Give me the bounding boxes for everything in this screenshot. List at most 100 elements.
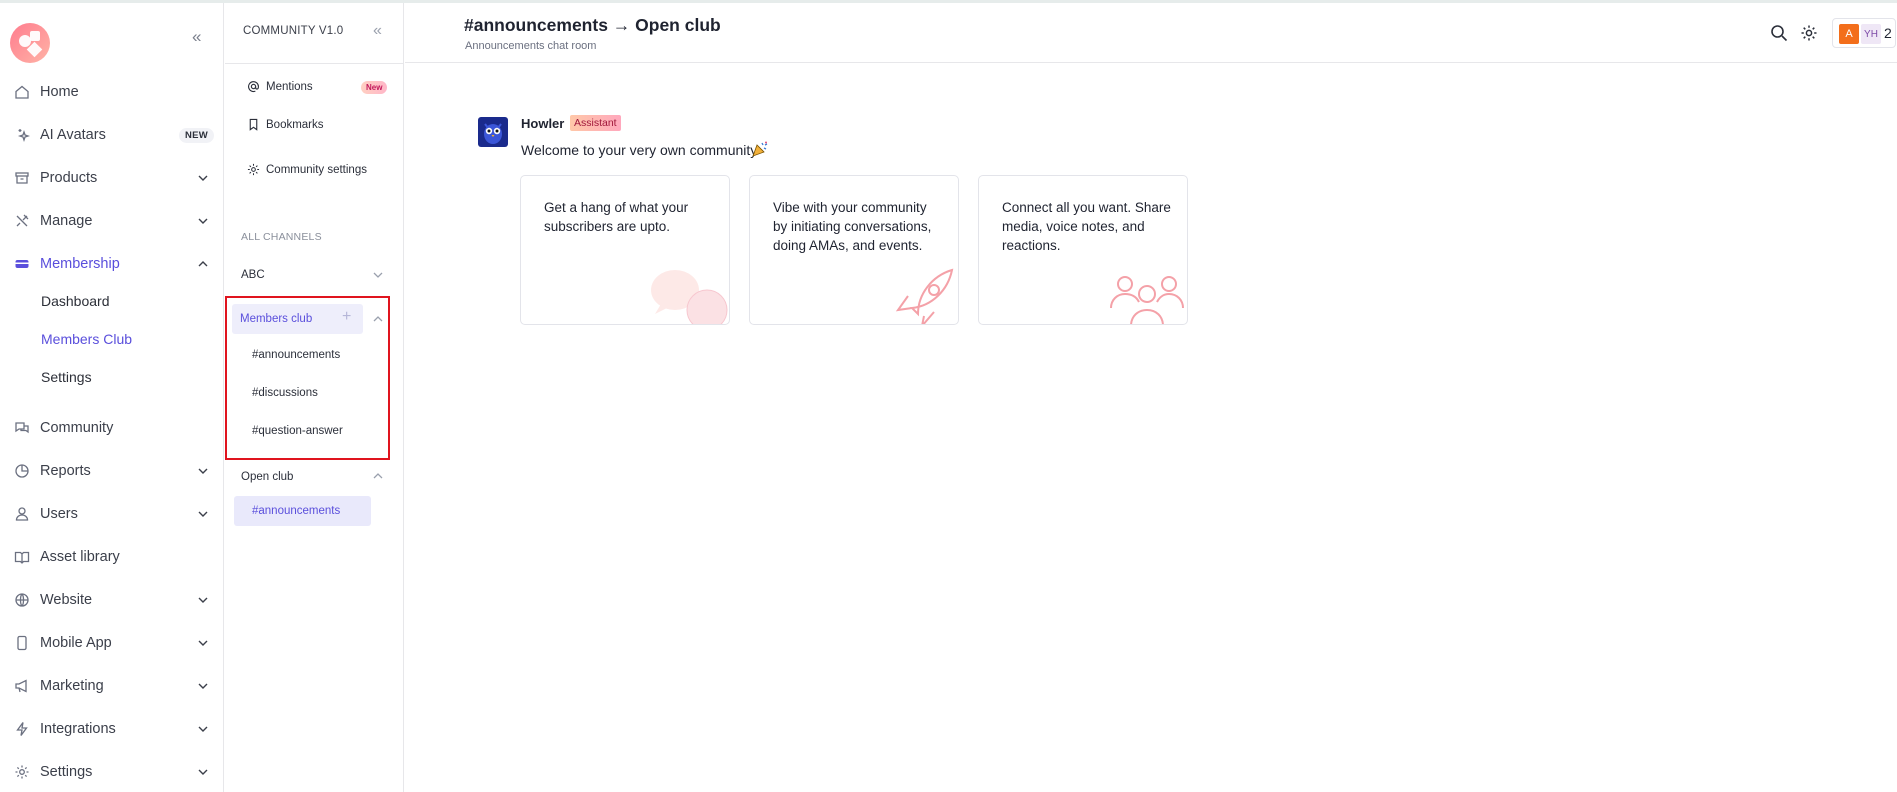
sidebar-item-label: Asset library — [40, 549, 120, 565]
bookmarks-link[interactable]: Bookmarks — [247, 118, 324, 131]
chevron-down-icon — [198, 726, 208, 732]
community-settings-label: Community settings — [266, 163, 367, 176]
avatar: A — [1839, 24, 1859, 44]
add-channel-icon[interactable]: + — [342, 308, 351, 326]
sidebar-item-users[interactable]: Users — [0, 499, 224, 529]
message-text: Welcome to your very own community — [521, 142, 758, 158]
sidebar-item-ai-avatars[interactable]: AI Avatars NEW — [0, 120, 224, 150]
channel-group-abc[interactable]: ABC — [241, 269, 265, 281]
bookmarks-label: Bookmarks — [266, 118, 324, 131]
at-sign-icon — [248, 81, 259, 93]
card-text: Get a hang of what your subscribers are … — [544, 200, 689, 234]
chevron-down-icon — [198, 597, 208, 603]
chevron-up-icon[interactable] — [371, 469, 385, 483]
chat-bubbles-icon — [651, 270, 728, 324]
sidebar-item-label: Reports — [40, 463, 91, 479]
channel-question-answer[interactable]: #question-answer — [252, 425, 343, 437]
bot-avatar — [478, 117, 508, 147]
community-title: COMMUNITY V1.0 — [243, 25, 344, 37]
card-text: Vibe with your community by initiating c… — [773, 200, 932, 253]
card-text: Connect all you want. Share media, voice… — [1002, 200, 1171, 253]
message-author[interactable]: Howler — [521, 116, 564, 131]
chevron-down-icon — [198, 640, 208, 646]
chevron-down-icon[interactable] — [371, 268, 385, 282]
rocket-icon — [895, 268, 954, 324]
sidebar-item-label: Website — [40, 592, 93, 608]
gear-icon — [13, 763, 31, 781]
sidebar-item-label: Integrations — [40, 721, 116, 737]
channel-label: #announcements — [252, 505, 341, 517]
divider — [225, 63, 403, 64]
sidebar-item-website[interactable]: Website — [0, 585, 224, 615]
pie-chart-icon — [13, 462, 31, 480]
sidebar-item-mobile-app[interactable]: Mobile App — [0, 628, 224, 658]
bolt-icon — [13, 720, 31, 738]
chevron-down-icon — [198, 175, 208, 181]
sidebar-item-marketing[interactable]: Marketing — [0, 671, 224, 701]
phone-icon — [13, 634, 31, 652]
sidebar-item-label: Marketing — [40, 678, 104, 694]
members-avatars[interactable]: A YH 2 — [1832, 18, 1896, 48]
all-channels-heading: ALL CHANNELS — [241, 231, 322, 243]
globe-icon — [13, 591, 31, 609]
avatar: YH — [1861, 24, 1881, 44]
mentions-new-badge: New — [361, 81, 388, 94]
chevron-up-icon — [198, 261, 208, 267]
channel-group-open-club[interactable]: Open club — [241, 471, 293, 483]
assistant-badge: Assistant — [570, 115, 621, 131]
sidebar-item-label: AI Avatars — [40, 127, 106, 143]
community-panel: COMMUNITY V1.0 « Mentions New Bookmarks … — [225, 3, 404, 792]
sidebar-item-home[interactable]: Home — [0, 77, 224, 107]
mentions-link[interactable]: Mentions — [247, 80, 313, 93]
sparkle-icon — [13, 126, 31, 144]
chevron-up-icon[interactable] — [371, 312, 385, 326]
sidebar-item-reports[interactable]: Reports — [0, 456, 224, 486]
sidebar-subitem-settings[interactable]: Settings — [41, 369, 92, 385]
chevron-down-icon — [198, 769, 208, 775]
new-badge: NEW — [179, 127, 215, 143]
megaphone-icon — [13, 677, 31, 695]
page-subtitle: Announcements chat room — [465, 40, 597, 52]
sidebar-item-membership[interactable]: Membership — [0, 249, 224, 279]
chat-header: #announcements → Open club Announcements… — [405, 3, 1897, 63]
page-title: #announcements → Open club — [464, 15, 721, 35]
chevron-down-icon — [198, 218, 208, 224]
community-settings-link[interactable]: Community settings — [247, 163, 367, 176]
home-icon — [13, 83, 31, 101]
sidebar-item-products[interactable]: Products — [0, 163, 224, 193]
sidebar-item-integrations[interactable]: Integrations — [0, 714, 224, 744]
mentions-label: Mentions — [266, 80, 313, 93]
sidebar-subitem-dashboard[interactable]: Dashboard — [41, 293, 110, 309]
book-icon — [13, 548, 31, 566]
sidebar-item-community[interactable]: Community — [0, 413, 224, 443]
collapse-sidebar-icon[interactable]: « — [192, 27, 201, 47]
sidebar-subitem-members-club[interactable]: Members Club — [41, 331, 132, 347]
channel-group-label: Members club — [240, 313, 313, 325]
box-icon — [13, 169, 31, 187]
collapse-panel-icon[interactable]: « — [373, 22, 382, 40]
sidebar-item-settings[interactable]: Settings — [0, 757, 224, 787]
main-sidebar: « Home AI Avatars NEW Products Manage Me… — [0, 3, 224, 792]
app-logo[interactable] — [10, 23, 50, 63]
sidebar-item-label: Settings — [40, 764, 93, 780]
chevron-down-icon — [198, 468, 208, 474]
bookmark-icon — [249, 118, 258, 131]
sidebar-item-label: Home — [40, 84, 79, 100]
sidebar-item-label: Users — [40, 506, 78, 522]
channel-announcements[interactable]: #announcements — [252, 349, 340, 361]
gear-icon[interactable] — [1799, 23, 1819, 43]
gear-icon — [247, 163, 260, 176]
sidebar-item-asset-library[interactable]: Asset library — [0, 542, 224, 572]
membership-icon — [13, 255, 31, 273]
search-icon[interactable] — [1769, 23, 1789, 43]
member-count: 2 — [1884, 25, 1892, 41]
channel-discussions[interactable]: #discussions — [252, 387, 318, 399]
sidebar-item-manage[interactable]: Manage — [0, 206, 224, 236]
sidebar-item-label: Mobile App — [40, 635, 112, 651]
sidebar-item-label: Community — [40, 420, 114, 436]
tools-icon — [13, 212, 31, 230]
info-card: Vibe with your community by initiating c… — [749, 175, 959, 325]
chevron-down-icon — [198, 683, 208, 689]
sidebar-item-label: Membership — [40, 256, 120, 272]
info-card: Get a hang of what your subscribers are … — [520, 175, 730, 325]
